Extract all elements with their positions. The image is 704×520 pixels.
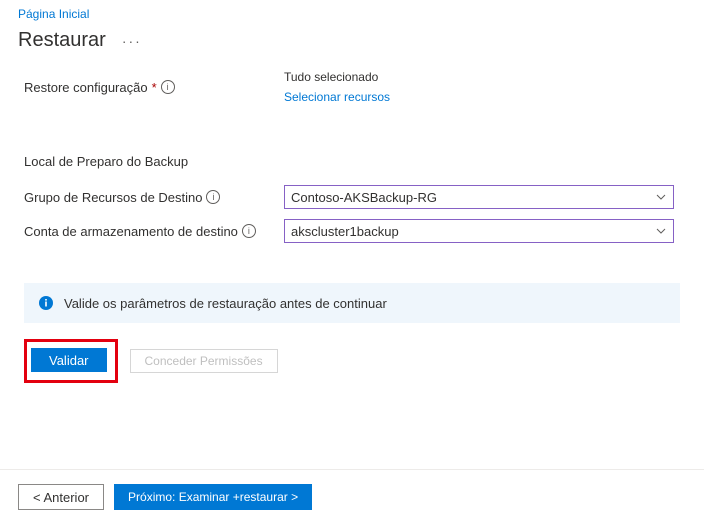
target-rg-label: Grupo de Recursos de Destino i [24,190,284,205]
target-storage-value: akscluster1backup [291,224,399,239]
target-storage-label: Conta de armazenamento de destino i [24,224,284,239]
info-icon[interactable]: i [161,80,175,94]
target-rg-select[interactable]: Contoso-AKSBackup-RG [284,185,674,209]
chevron-down-icon [655,225,667,237]
info-bar: Valide os parâmetros de restauração ante… [24,283,680,323]
info-icon [38,295,54,311]
highlight-box: Validar [24,339,118,383]
restore-config-label: Restore configuração * i [24,80,284,95]
restore-config-value: Tudo selecionado Selecionar recursos [284,70,680,104]
wizard-footer: < Anterior Próximo: Examinar +restaurar … [0,469,704,510]
target-storage-select[interactable]: akscluster1backup [284,219,674,243]
breadcrumb: Página Inicial [0,0,704,21]
restore-config-row: Restore configuração * i Tudo selecionad… [24,70,680,104]
validate-button[interactable]: Validar [31,348,107,372]
required-indicator: * [152,80,157,95]
restore-config-label-text: Restore configuração [24,80,148,95]
restore-config-status: Tudo selecionado [284,70,680,84]
select-resources-link[interactable]: Selecionar recursos [284,90,390,104]
target-rg-label-text: Grupo de Recursos de Destino [24,190,202,205]
previous-button[interactable]: < Anterior [18,484,104,510]
action-buttons: Validar Conceder Permissões [0,339,704,383]
chevron-down-icon [655,191,667,203]
breadcrumb-home[interactable]: Página Inicial [18,7,89,21]
more-menu[interactable]: ··· [122,33,142,49]
grant-permissions-button: Conceder Permissões [130,349,278,373]
info-message: Valide os parâmetros de restauração ante… [64,296,387,311]
info-icon[interactable]: i [242,224,256,238]
next-button[interactable]: Próximo: Examinar +restaurar > [114,484,312,510]
staging-heading: Local de Preparo do Backup [24,154,680,169]
page-title: Restaurar [18,29,106,52]
target-rg-row: Grupo de Recursos de Destino i Contoso-A… [24,185,680,209]
target-rg-value: Contoso-AKSBackup-RG [291,190,437,205]
title-row: Restaurar ··· [0,21,704,70]
target-storage-row: Conta de armazenamento de destino i aksc… [24,219,680,243]
info-icon[interactable]: i [206,190,220,204]
target-storage-label-text: Conta de armazenamento de destino [24,224,238,239]
